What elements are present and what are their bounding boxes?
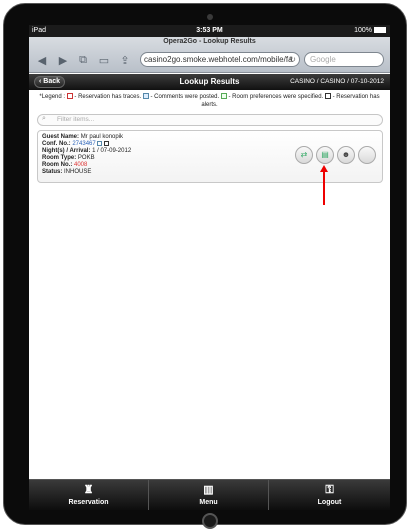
status-bar: iPad 3:53 PM 100% [29, 25, 390, 37]
camera [207, 14, 213, 20]
url-text: casino2go.smoke.webhotel.com/mobile/fa [144, 55, 293, 64]
screen: iPad 3:53 PM 100% Opera2Go - Lookup Resu… [29, 25, 390, 510]
confirmation-number-link[interactable]: 2743467 [72, 141, 95, 147]
checkout-icon: ⇄ [300, 150, 308, 159]
annotation-arrow [323, 171, 325, 205]
guest-label: Guest Name: [42, 134, 80, 140]
battery-indicator: 100% [354, 25, 386, 37]
share-icon[interactable]: ⇪ [118, 54, 132, 67]
alert-indicator-icon [104, 141, 110, 146]
battery-text: 100% [354, 27, 372, 34]
browser-page-title: Opera2Go - Lookup Results [163, 38, 256, 45]
status-time: 3:53 PM [196, 27, 223, 34]
status-value: INHOUSE [64, 169, 92, 176]
tab-reservation-label: Reservation [68, 499, 109, 506]
room-no-row: Room No.: 4008 [42, 162, 131, 169]
home-button[interactable] [202, 513, 218, 529]
guest-profile-icon: ☻ [341, 150, 351, 159]
alerts-icon [324, 93, 331, 100]
extra-action-button[interactable] [358, 146, 376, 164]
app-header: Lookup Results ‹ Back CASINO / CASINO / … [29, 74, 390, 90]
context-info: CASINO / CASINO / 07-10-2012 [290, 78, 384, 85]
back-arrow-icon[interactable]: ◀ [35, 54, 49, 67]
nights-row: Night(s) / Arrival: 1 / 07-09-2012 [42, 148, 131, 155]
legend-comments: - Comments were posted. [150, 94, 220, 100]
legend-traces: - Reservation has traces. [74, 94, 142, 100]
back-label: Back [43, 78, 60, 85]
bookmarks-icon[interactable]: ▭ [97, 54, 111, 67]
legend-preferences: - Room preferences were specified. [228, 94, 324, 100]
back-button[interactable]: ‹ Back [34, 76, 65, 88]
ipad-frame: iPad 3:53 PM 100% Opera2Go - Lookup Resu… [3, 3, 407, 529]
reservation-info: Guest Name: Mr paul konopik Conf. No.: 2… [42, 134, 131, 176]
reservation-icon: ♜ [83, 484, 94, 496]
reservation-card[interactable]: Guest Name: Mr paul konopik Conf. No.: 2… [37, 130, 383, 183]
room-type: POKB [77, 155, 95, 162]
comments-icon [142, 93, 149, 100]
guest-profile-button[interactable]: ☻ [337, 146, 355, 164]
status-row: Status: INHOUSE [42, 169, 131, 176]
room-number: 4008 [74, 162, 88, 169]
tab-logout[interactable]: ⚿ Logout [269, 480, 390, 510]
filter-input[interactable]: Filter items... [37, 114, 383, 126]
tab-menu[interactable]: ▥ Menu [149, 480, 269, 510]
checkout-button[interactable]: ⇄ [295, 146, 313, 164]
reload-icon[interactable]: ↻ [289, 53, 296, 66]
bottom-tab-bar: ♜ Reservation ▥ Menu ⚿ Logout [29, 479, 390, 510]
tab-reservation[interactable]: ♜ Reservation [29, 480, 149, 510]
room-preferences-icon [220, 93, 227, 100]
folio-button[interactable]: ▤ [316, 146, 334, 164]
traces-icon [66, 93, 73, 100]
folio-icon: ▤ [321, 150, 329, 159]
room-type-label: Room Type: [42, 155, 77, 162]
conf-label: Conf. No.: [42, 141, 71, 148]
url-field[interactable]: casino2go.smoke.webhotel.com/mobile/fa ↻ [140, 52, 300, 67]
battery-icon [374, 27, 386, 34]
tab-menu-label: Menu [199, 499, 218, 506]
browser-toolbar: Opera2Go - Lookup Results ◀ ▶ ⧉ ▭ ⇪ casi… [29, 37, 390, 73]
room-type-row: Room Type: POKB [42, 155, 131, 162]
forward-arrow-icon[interactable]: ▶ [56, 54, 70, 67]
search-icon: ⌕ [42, 115, 46, 122]
logout-icon: ⚿ [325, 484, 334, 496]
tabs-icon[interactable]: ⧉ [76, 54, 90, 67]
status-label: Status: [42, 169, 63, 176]
nights-arrival: 1 / 07-09-2012 [92, 148, 132, 155]
room-no-label: Room No.: [42, 162, 73, 169]
conf-row: Conf. No.: 2743467 [42, 141, 131, 148]
menu-icon: ▥ [203, 484, 214, 496]
browser-search-input[interactable]: Google [304, 52, 384, 67]
guest-name: Mr paul konopik [80, 134, 124, 140]
tab-logout-label: Logout [317, 499, 342, 506]
legend: *Legend : - Reservation has traces. - Co… [37, 93, 382, 109]
comment-indicator-icon [97, 141, 103, 146]
guest-row: Guest Name: Mr paul konopik [42, 134, 131, 141]
legend-prefix: *Legend : [39, 94, 66, 100]
nights-label: Night(s) / Arrival: [42, 148, 91, 155]
